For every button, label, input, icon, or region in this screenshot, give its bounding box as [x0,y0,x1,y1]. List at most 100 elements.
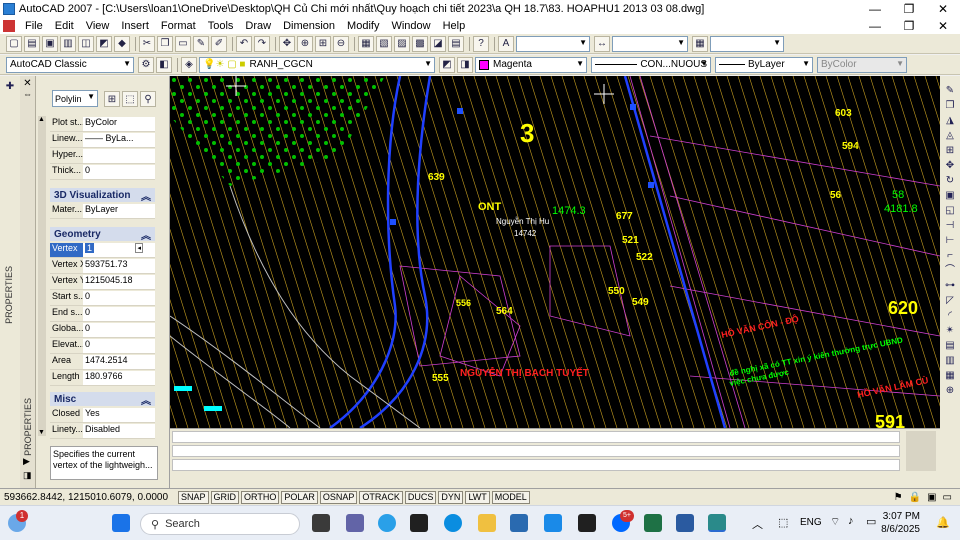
model-toggle[interactable]: MODEL [491,490,530,504]
workspace-select[interactable]: AutoCAD Classic ▼ [6,56,134,73]
vertex-prev-icon[interactable]: ◂ [135,243,143,253]
restore-button[interactable]: ❐ [892,0,926,17]
copilot-icon[interactable] [378,514,396,532]
language-indicator[interactable]: ENG [800,517,822,528]
grid-toggle[interactable]: GRID [210,490,240,504]
zoom-tools-icon[interactable]: ⊕ [943,384,957,398]
prop-row-plot-style[interactable]: Plot st... ByColor [50,117,155,132]
drawing-svg[interactable]: 3 603 594 56 58 4181.8 620 591 677 521 5… [170,76,940,428]
explode-icon[interactable]: ✴ [943,324,957,338]
otrack-toggle[interactable]: OTRACK [359,490,403,504]
ducs-toggle[interactable]: DUCS [404,490,437,504]
edge-icon[interactable] [444,514,462,532]
rotate-icon[interactable]: ↻ [943,174,957,188]
block-editor-icon[interactable]: ✐ [211,35,227,52]
copy-icon[interactable]: ❐ [157,35,173,52]
table-style-icon[interactable]: ▦ [692,35,708,52]
workspace-settings-icon[interactable]: ⚙ [138,56,154,73]
dim-style-icon[interactable]: ↔ [594,35,610,52]
doc-close-button[interactable]: ✕ [926,17,960,34]
menu-draw[interactable]: Draw [239,20,277,32]
section-geometry[interactable]: Geometry ︽ [50,227,155,242]
capcut-second-icon[interactable] [578,514,596,532]
new-icon[interactable]: ▢ [6,35,22,52]
color-select[interactable]: Magenta ▼ [475,56,587,73]
properties-icon[interactable]: ▦ [358,35,374,52]
section-3d-visualization[interactable]: 3D Visualization ︽ [50,188,155,203]
lock-icon[interactable]: 🔒 [909,492,921,503]
file-explorer-icon[interactable] [478,514,496,532]
zoom-realtime-icon[interactable]: ⊕ [297,35,313,52]
prop-row-area[interactable]: Area 1474.2514 [50,355,155,370]
prop-row-material[interactable]: Mater... ByLayer [50,204,155,219]
close-icon[interactable]: ✕ [20,78,35,89]
task-view-icon[interactable] [312,514,330,532]
scale-icon[interactable]: ▣ [943,189,957,203]
cut-icon[interactable]: ✂ [139,35,155,52]
paste-icon[interactable]: ▭ [175,35,191,52]
redo-icon[interactable]: ↷ [254,35,270,52]
fillet-icon[interactable]: ◜ [943,309,957,323]
menu-insert[interactable]: Insert [115,20,155,32]
menu-file[interactable]: File [19,20,49,32]
stretch-icon[interactable]: ◱ [943,204,957,218]
sheet-set-icon[interactable]: ▩ [412,35,428,52]
pan-icon[interactable]: ✥ [279,35,295,52]
undo-icon[interactable]: ↶ [236,35,252,52]
doc-restore-button[interactable]: ❐ [892,17,926,34]
mirror-icon[interactable]: ◮ [943,114,957,128]
store-icon[interactable] [510,514,528,532]
menu-window[interactable]: Window [385,20,436,32]
menu-help[interactable]: Help [437,20,472,32]
plotstyle-select[interactable]: ByColor ▼ [817,56,907,73]
publish-icon[interactable]: ◩ [96,35,112,52]
battery-icon[interactable]: ▭ [866,515,876,528]
prop-row-start-segment[interactable]: Start s... 0 [50,291,155,306]
menu-tools[interactable]: Tools [202,20,240,32]
prop-row-closed[interactable]: Closed Yes [50,408,155,423]
properties-scrollbar[interactable]: ▲ ▼ [38,116,46,436]
excel-icon[interactable] [644,514,662,532]
command-input[interactable] [172,459,900,471]
collapse-icon[interactable]: ︽ [141,392,151,407]
plot-preview-icon[interactable]: ◫ [78,35,94,52]
prop-row-end-segment[interactable]: End s... 0 [50,307,155,322]
layer-manager-icon[interactable]: ◧ [156,56,172,73]
learning-app-icon[interactable] [544,514,562,532]
help-icon[interactable]: ? [473,35,489,52]
prop-row-length[interactable]: Length 180.9766 [50,371,155,386]
command-window[interactable] [170,428,940,488]
calculator-icon[interactable]: ▤ [448,35,464,52]
volume-icon[interactable]: ♪ [848,515,854,527]
offset-icon[interactable]: ◬ [943,129,957,143]
layer-select[interactable]: 💡☀ ▢ ■ RANH_CGCN ▼ [199,56,435,73]
prop-row-hyperlink[interactable]: Hyper... [50,149,155,164]
erase-icon[interactable]: ✎ [943,84,957,98]
prop-row-linetype-generation[interactable]: Linety... Disabled [50,424,155,439]
prop-row-elevation[interactable]: Elevat... 0 [50,339,155,354]
lwt-toggle[interactable]: LWT [465,490,490,504]
join-icon[interactable]: ⊶ [943,279,957,293]
wifi-icon[interactable]: ⌔ [830,515,840,529]
prop-row-thickness[interactable]: Thick... 0 [50,165,155,180]
open-icon[interactable]: ▤ [24,35,40,52]
section-misc[interactable]: Misc ︽ [50,392,155,407]
text-style-icon[interactable]: A [498,35,514,52]
security-icon[interactable] [676,514,694,532]
tray-overflow-icon[interactable]: ︿ [752,516,763,532]
layer-previous-icon[interactable]: ◨ [457,56,473,73]
draworder-icon[interactable]: ▤ [943,339,957,353]
break-icon[interactable]: ⌒ [943,264,957,278]
table-style-select[interactable]: ▼ [710,35,784,52]
teams-icon[interactable] [346,514,364,532]
zoom-window-icon[interactable]: ⊞ [315,35,331,52]
trim-icon[interactable]: ⊣ [943,219,957,233]
clean-screen-icon[interactable]: ▭ [943,492,952,503]
tray-settings-icon[interactable]: ▣ [927,492,936,503]
collapse-icon[interactable]: ︽ [141,227,151,242]
select-objects-icon[interactable]: ⬚ [122,91,138,107]
3d-dwf-icon[interactable]: ◆ [114,35,130,52]
plot-icon[interactable]: ▥ [60,35,76,52]
break-at-point-icon[interactable]: ⌐ [943,249,957,263]
palette-options-icon[interactable]: ◨ [23,470,32,481]
